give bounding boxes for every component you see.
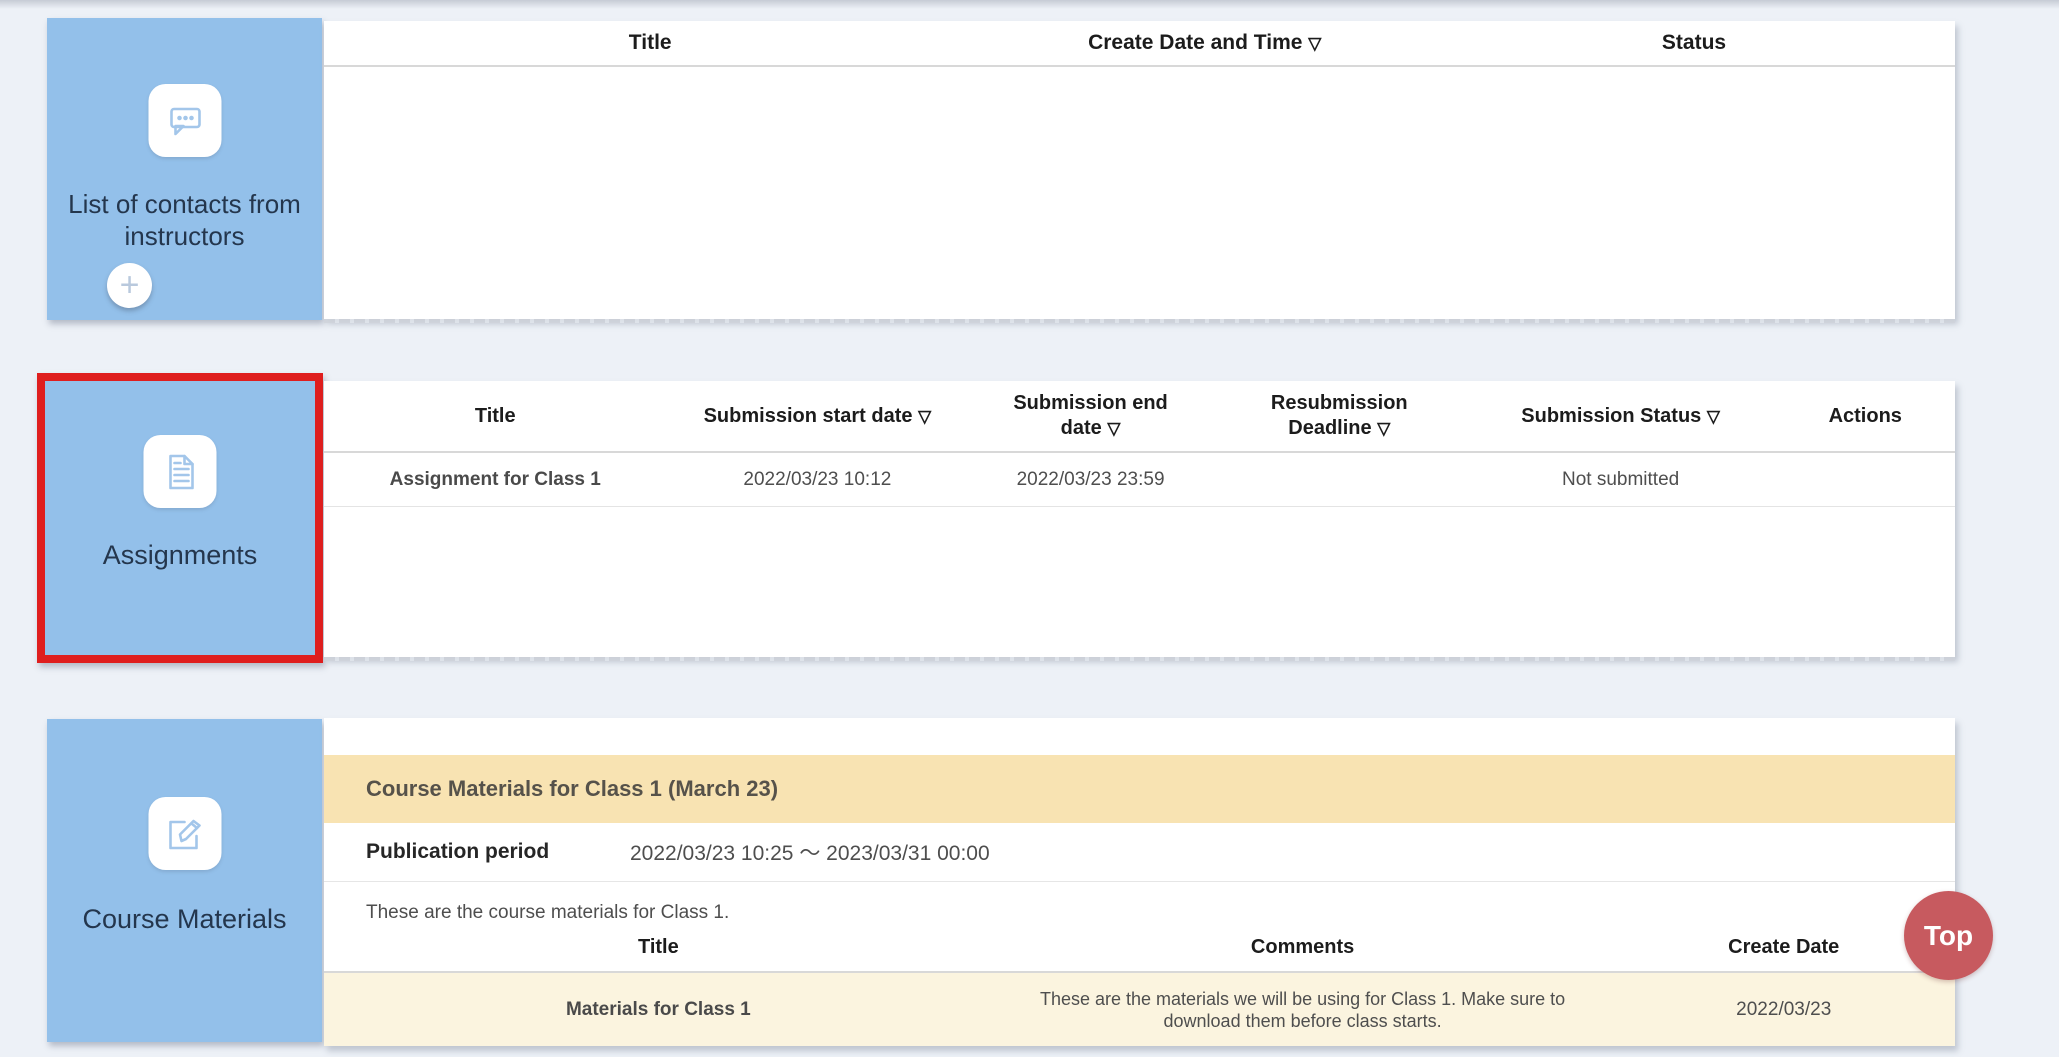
sort-icon[interactable]: ▽	[1377, 419, 1390, 438]
column-header-actions: Actions	[1776, 404, 1955, 429]
sort-icon[interactable]: ▽	[1107, 419, 1120, 438]
assignments-table-header: Title Submission start date ▽ Submission…	[324, 381, 1955, 453]
panel-spacer	[324, 718, 1955, 755]
materials-description: These are the course materials for Class…	[324, 882, 1955, 934]
sidebar-item-contacts[interactable]: List of contacts from instructors +	[47, 18, 322, 320]
column-header-status: Status	[1433, 30, 1955, 56]
assignment-status: Not submitted	[1466, 469, 1776, 491]
speech-bubble-icon	[148, 84, 221, 157]
column-header-resubmission-deadline[interactable]: Resubmission Deadline ▽	[1213, 391, 1466, 441]
column-header-submission-end[interactable]: Submission end date ▽	[968, 391, 1213, 441]
sidebar-item-label: Course Materials	[47, 903, 322, 935]
contacts-panel: Title Create Date and Time ▽ Status	[324, 21, 1955, 319]
column-header-title: Title	[324, 30, 976, 56]
column-header-submission-start[interactable]: Submission start date ▽	[667, 404, 969, 429]
column-header-title: Title	[324, 934, 993, 960]
material-group-banner: Course Materials for Class 1 (March 23)	[324, 755, 1955, 823]
column-header-create-date[interactable]: Create Date and Time ▽	[976, 30, 1433, 57]
assignment-row[interactable]: Assignment for Class 1 2022/03/23 10:12 …	[324, 453, 1955, 507]
assignment-title[interactable]: Assignment for Class 1	[324, 469, 667, 491]
sidebar-item-course-materials[interactable]: Course Materials	[47, 719, 322, 1042]
sort-icon[interactable]: ▽	[1308, 34, 1321, 53]
edit-icon	[148, 797, 221, 870]
column-header-comments: Comments	[993, 934, 1613, 960]
document-icon	[144, 435, 217, 508]
sidebar-item-label: List of contacts from instructors	[47, 188, 322, 252]
column-header-title: Title	[324, 404, 667, 429]
assignment-start-date: 2022/03/23 10:12	[667, 469, 969, 491]
publication-period-row: Publication period 2022/03/23 10:25 ～ 20…	[324, 823, 1955, 882]
assignment-end-date: 2022/03/23 23:59	[968, 469, 1213, 491]
material-create-date: 2022/03/23	[1612, 999, 1955, 1021]
publication-period-label: Publication period	[324, 840, 630, 864]
publication-period-value: 2022/03/23 10:25 ～ 2023/03/31 00:00	[630, 837, 990, 867]
add-button[interactable]: +	[107, 263, 152, 308]
scroll-to-top-button[interactable]: Top	[1904, 891, 1993, 980]
course-materials-panel: Course Materials for Class 1 (March 23) …	[324, 718, 1955, 1046]
course-page: List of contacts from instructors + Titl…	[0, 0, 2059, 1057]
column-header-submission-status[interactable]: Submission Status ▽	[1466, 404, 1776, 429]
sidebar-item-assignments[interactable]: Assignments	[37, 373, 323, 663]
sort-icon[interactable]: ▽	[1707, 407, 1720, 426]
top-shadow	[0, 0, 2059, 9]
assignments-panel: Title Submission start date ▽ Submission…	[324, 381, 1955, 657]
sidebar-item-label: Assignments	[45, 539, 315, 571]
materials-table-header: Title Comments Create Date	[324, 934, 1955, 973]
material-title[interactable]: Materials for Class 1	[324, 999, 993, 1021]
material-row[interactable]: Materials for Class 1 These are the mate…	[324, 973, 1955, 1046]
contacts-table-header: Title Create Date and Time ▽ Status	[324, 21, 1955, 67]
sort-icon[interactable]: ▽	[918, 407, 931, 426]
material-comments: These are the materials we will be using…	[993, 988, 1613, 1032]
